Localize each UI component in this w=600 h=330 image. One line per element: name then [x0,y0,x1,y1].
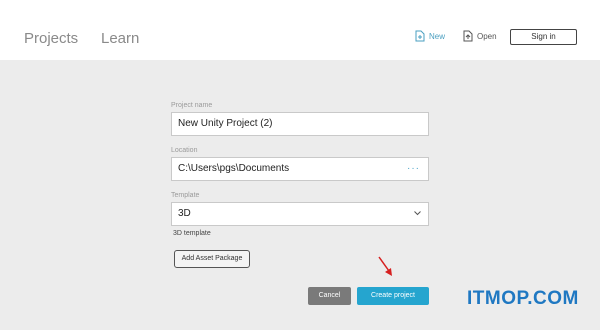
browse-location-button[interactable]: ··· [407,158,420,180]
project-name-value: New Unity Project (2) [178,118,273,129]
template-label: Template [171,192,200,199]
cancel-button[interactable]: Cancel [308,287,351,305]
chevron-down-icon [414,211,421,216]
location-label: Location [171,147,198,154]
project-name-label: Project name [171,102,213,109]
sign-in-button[interactable]: Sign in [510,29,577,45]
watermark: ITMOP.COM [467,288,579,309]
create-project-button[interactable]: Create project [357,287,429,305]
red-arrow-icon [378,256,392,276]
new-project-button[interactable]: New [415,30,445,42]
project-name-input[interactable]: New Unity Project (2) [171,112,429,136]
template-description: 3D template [173,230,211,237]
new-label: New [429,31,446,41]
tab-projects[interactable]: Projects [24,30,78,47]
tab-learn[interactable]: Learn [101,30,139,47]
location-input[interactable]: C:\Users\pgs\Documents ··· [171,157,429,181]
open-project-button[interactable]: Open [463,30,497,42]
add-asset-package-button[interactable]: Add Asset Package [174,250,250,268]
top-bar: Projects Learn New Open Sign in [0,0,600,60]
open-label: Open [477,31,497,41]
open-file-icon [463,30,473,42]
new-file-icon [415,30,425,42]
template-value: 3D [178,208,191,219]
location-value: C:\Users\pgs\Documents [178,163,290,174]
template-select[interactable]: 3D [171,202,429,226]
